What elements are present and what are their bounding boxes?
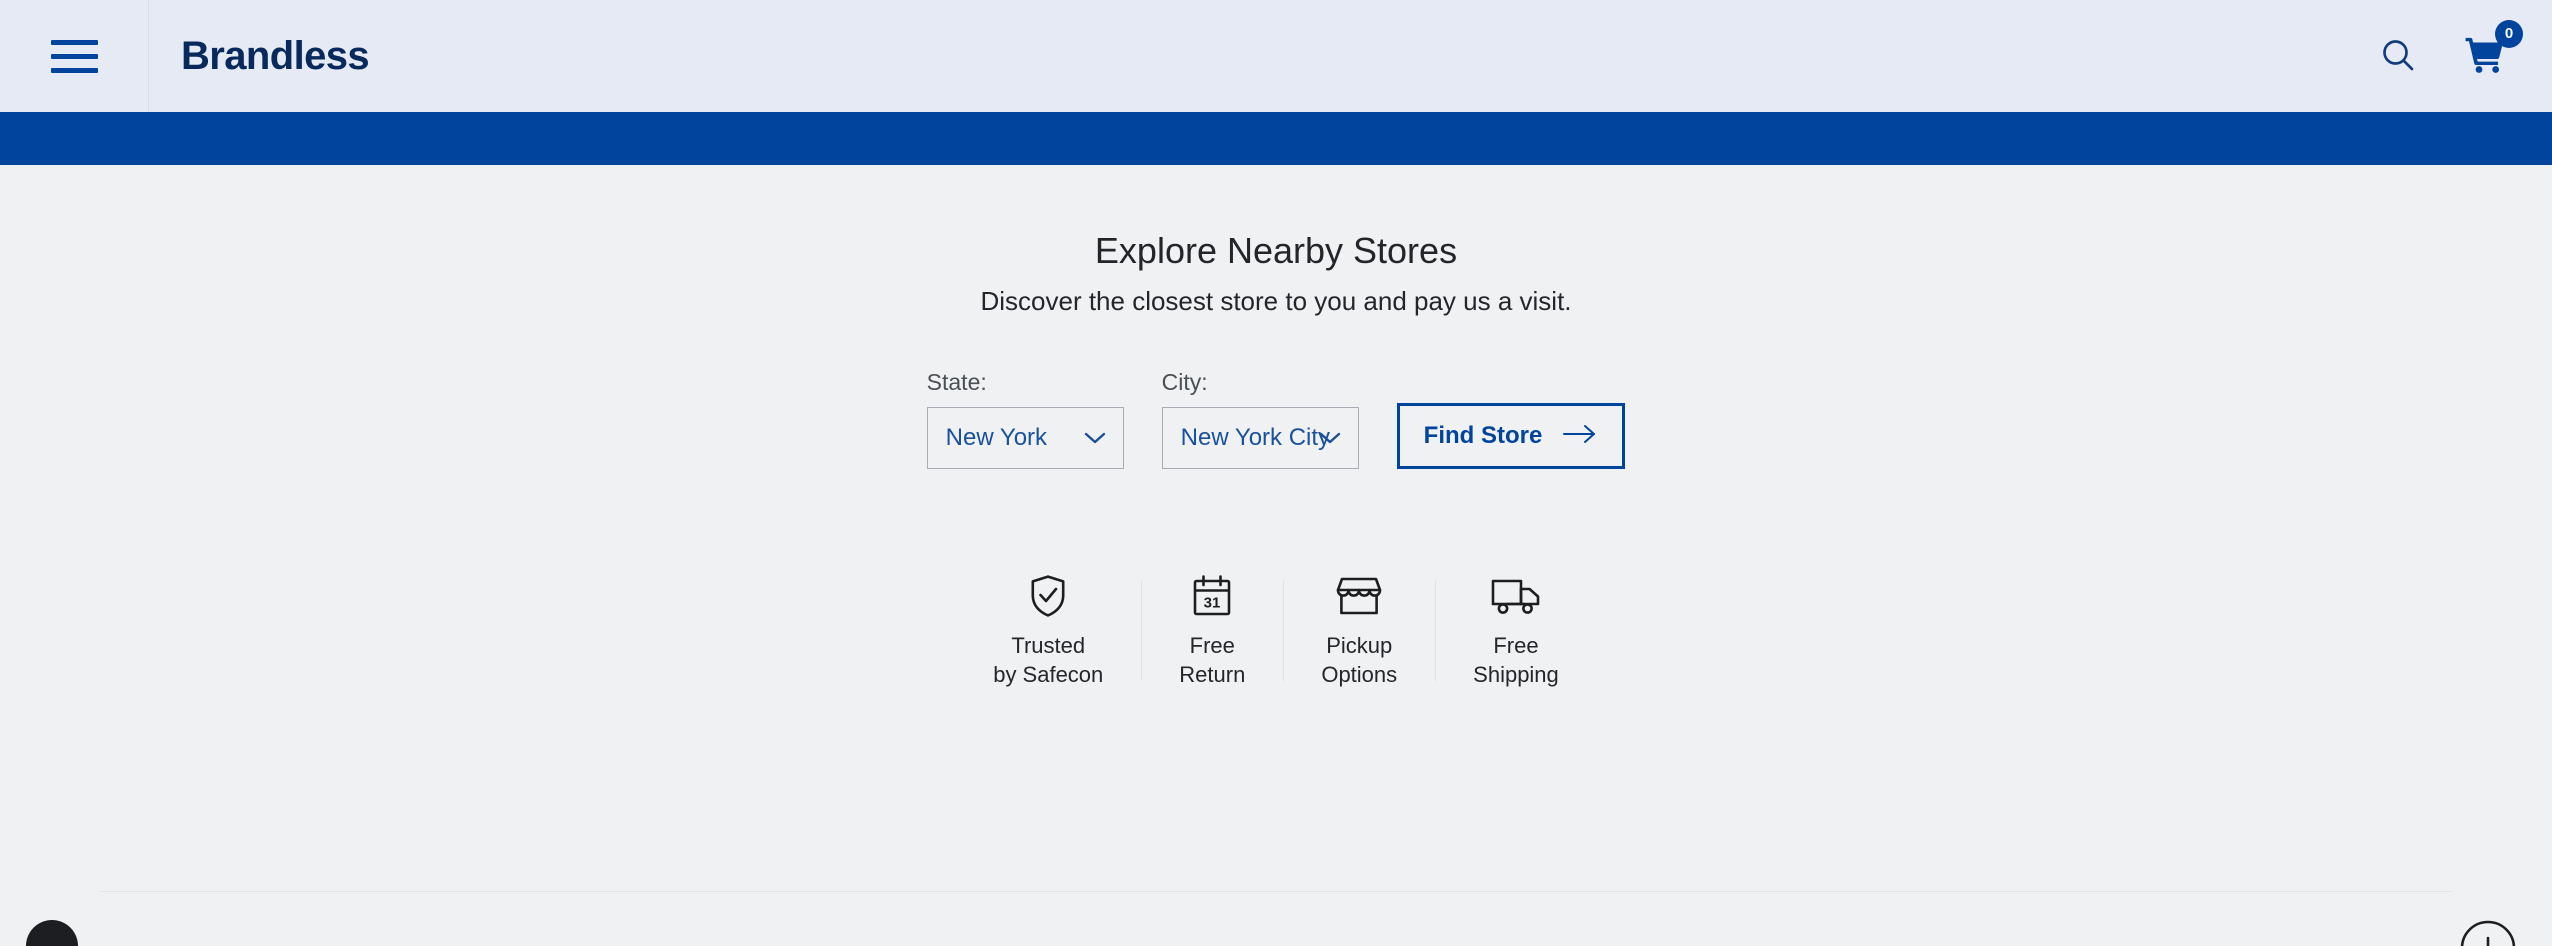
footer-divider: [100, 891, 2452, 892]
brand-logo[interactable]: Brandless: [149, 36, 370, 76]
feature-badges: Trusted by Safecon 31 Free Return Pickup…: [0, 575, 2552, 689]
feature-item-free-return: 31 Free Return: [1141, 575, 1283, 689]
header-right-group: 0: [2372, 19, 2552, 84]
city-label: City:: [1161, 369, 1208, 396]
city-select-value: New York City: [1180, 423, 1331, 451]
find-store-label: Find Store: [1423, 421, 1543, 449]
feature-label: Trusted by Safecon: [993, 632, 1104, 687]
header-left-group: Brandless: [0, 0, 370, 112]
feature-label: Free Return: [1179, 632, 1246, 687]
shield-check-icon: [1028, 575, 1068, 617]
storefront-icon: [1336, 575, 1382, 617]
delivery-truck-icon: [1491, 575, 1541, 617]
state-select-value: New York: [945, 423, 1048, 451]
hero-section: Explore Nearby Stores Discover the close…: [0, 165, 2552, 317]
page-title: Explore Nearby Stores: [1094, 230, 1458, 271]
feature-label: Free Shipping: [1473, 632, 1559, 687]
state-field-group: State: New York: [926, 369, 1124, 469]
main-content: Explore Nearby Stores Discover the close…: [0, 165, 2552, 946]
circle-avatar-icon[interactable]: [26, 920, 78, 946]
feature-item-pickup: Pickup Options: [1283, 575, 1435, 689]
hamburger-menu-button[interactable]: [0, 0, 148, 112]
svg-text:31: 31: [1204, 594, 1221, 611]
chevron-down-icon: [1083, 430, 1107, 446]
feature-label: Pickup Options: [1321, 632, 1398, 687]
feature-item-trusted: Trusted by Safecon: [955, 575, 1141, 689]
accent-bar: [0, 112, 2552, 165]
find-store-button[interactable]: Find Store: [1396, 402, 1626, 469]
search-button[interactable]: [2372, 29, 2424, 84]
city-field-group: City: New York City: [1161, 369, 1359, 469]
page-subtitle: Discover the closest store to you and pa…: [980, 286, 1572, 317]
feature-item-free-shipping: Free Shipping: [1435, 575, 1597, 689]
site-header: Brandless 0: [0, 0, 2552, 112]
calendar-31-icon: 31: [1191, 575, 1233, 617]
hamburger-menu-icon: [50, 39, 98, 73]
cart-button[interactable]: 0: [2458, 19, 2523, 84]
arrow-right-icon: [1562, 423, 1598, 448]
cart-count-badge: 0: [2495, 19, 2523, 48]
info-circle-icon[interactable]: [2460, 920, 2516, 946]
state-select[interactable]: New York: [926, 406, 1124, 469]
store-finder-form: State: New York City: New York City Find…: [0, 369, 2552, 469]
state-label: State:: [926, 369, 987, 396]
search-icon: [2378, 35, 2418, 78]
chevron-down-icon: [1318, 430, 1342, 446]
city-select[interactable]: New York City: [1161, 406, 1359, 469]
